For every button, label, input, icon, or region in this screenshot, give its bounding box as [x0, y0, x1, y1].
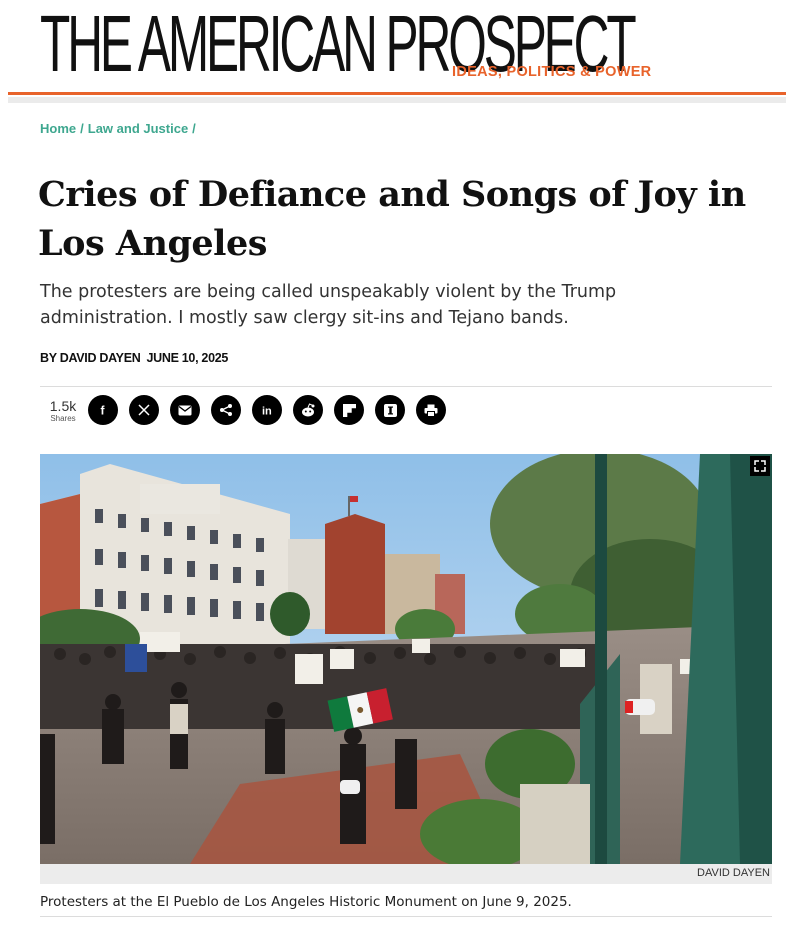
- breadcrumb-home-link[interactable]: Home: [40, 121, 76, 136]
- breadcrumb: Home / Law and Justice /: [40, 121, 200, 136]
- breadcrumb-law-and-justice-link[interactable]: Law and Justice: [88, 121, 188, 136]
- share-email-button[interactable]: [170, 395, 200, 425]
- article-title: Cries of Defiance and Songs of Joy in Lo…: [38, 174, 746, 264]
- share-facebook-button[interactable]: f: [88, 395, 118, 425]
- print-icon: [424, 404, 438, 417]
- site-masthead: THE AMERICAN PROSPECT IDEAS, POLITICS & …: [40, 0, 800, 92]
- share-button[interactable]: [211, 395, 241, 425]
- article-byline: BY DAVID DAYEN JUNE 10, 2025: [40, 351, 228, 365]
- masthead-accent-rule: [8, 92, 786, 95]
- masthead-grey-rule: [8, 97, 786, 103]
- reddit-icon: [300, 403, 316, 417]
- photo-caption: Protesters at the El Pueblo de Los Angel…: [40, 894, 572, 910]
- protest-photo: [40, 454, 772, 864]
- article-dek: The protesters are being called unspeaka…: [40, 282, 617, 328]
- author-name[interactable]: BY DAVID DAYEN: [40, 351, 141, 365]
- flipboard-icon: [342, 403, 356, 417]
- breadcrumb-separator: /: [80, 121, 84, 136]
- site-tagline: IDEAS, POLITICS & POWER: [452, 64, 652, 80]
- instapaper-icon: [383, 403, 397, 417]
- share-icon: [219, 403, 233, 417]
- share-count-number: 1.5k: [49, 398, 77, 414]
- email-icon: [178, 405, 192, 416]
- share-flipboard-button[interactable]: [334, 395, 364, 425]
- share-count-label: Shares: [50, 414, 76, 423]
- share-instapaper-button[interactable]: [375, 395, 405, 425]
- breadcrumb-separator: /: [192, 121, 196, 136]
- publish-date: JUNE 10, 2025: [146, 351, 229, 365]
- share-print-button[interactable]: [416, 395, 446, 425]
- x-twitter-icon: [138, 404, 150, 416]
- share-x-button[interactable]: [129, 395, 159, 425]
- photo-credit: DAVID DAYEN: [697, 867, 770, 879]
- byline-divider: [40, 386, 772, 387]
- facebook-icon: f: [96, 403, 110, 418]
- caption-divider: [40, 916, 772, 917]
- article-lead-image[interactable]: [40, 454, 772, 864]
- expand-image-button[interactable]: [750, 456, 770, 476]
- expand-icon: [754, 457, 766, 476]
- share-reddit-button[interactable]: [293, 395, 323, 425]
- svg-text:f: f: [101, 404, 106, 418]
- share-linkedin-button[interactable]: in: [252, 395, 282, 425]
- linkedin-icon: in: [260, 403, 274, 418]
- svg-text:in: in: [262, 406, 272, 418]
- photo-credit-bar: DAVID DAYEN: [40, 864, 772, 884]
- share-count: 1.5k Shares: [40, 398, 86, 424]
